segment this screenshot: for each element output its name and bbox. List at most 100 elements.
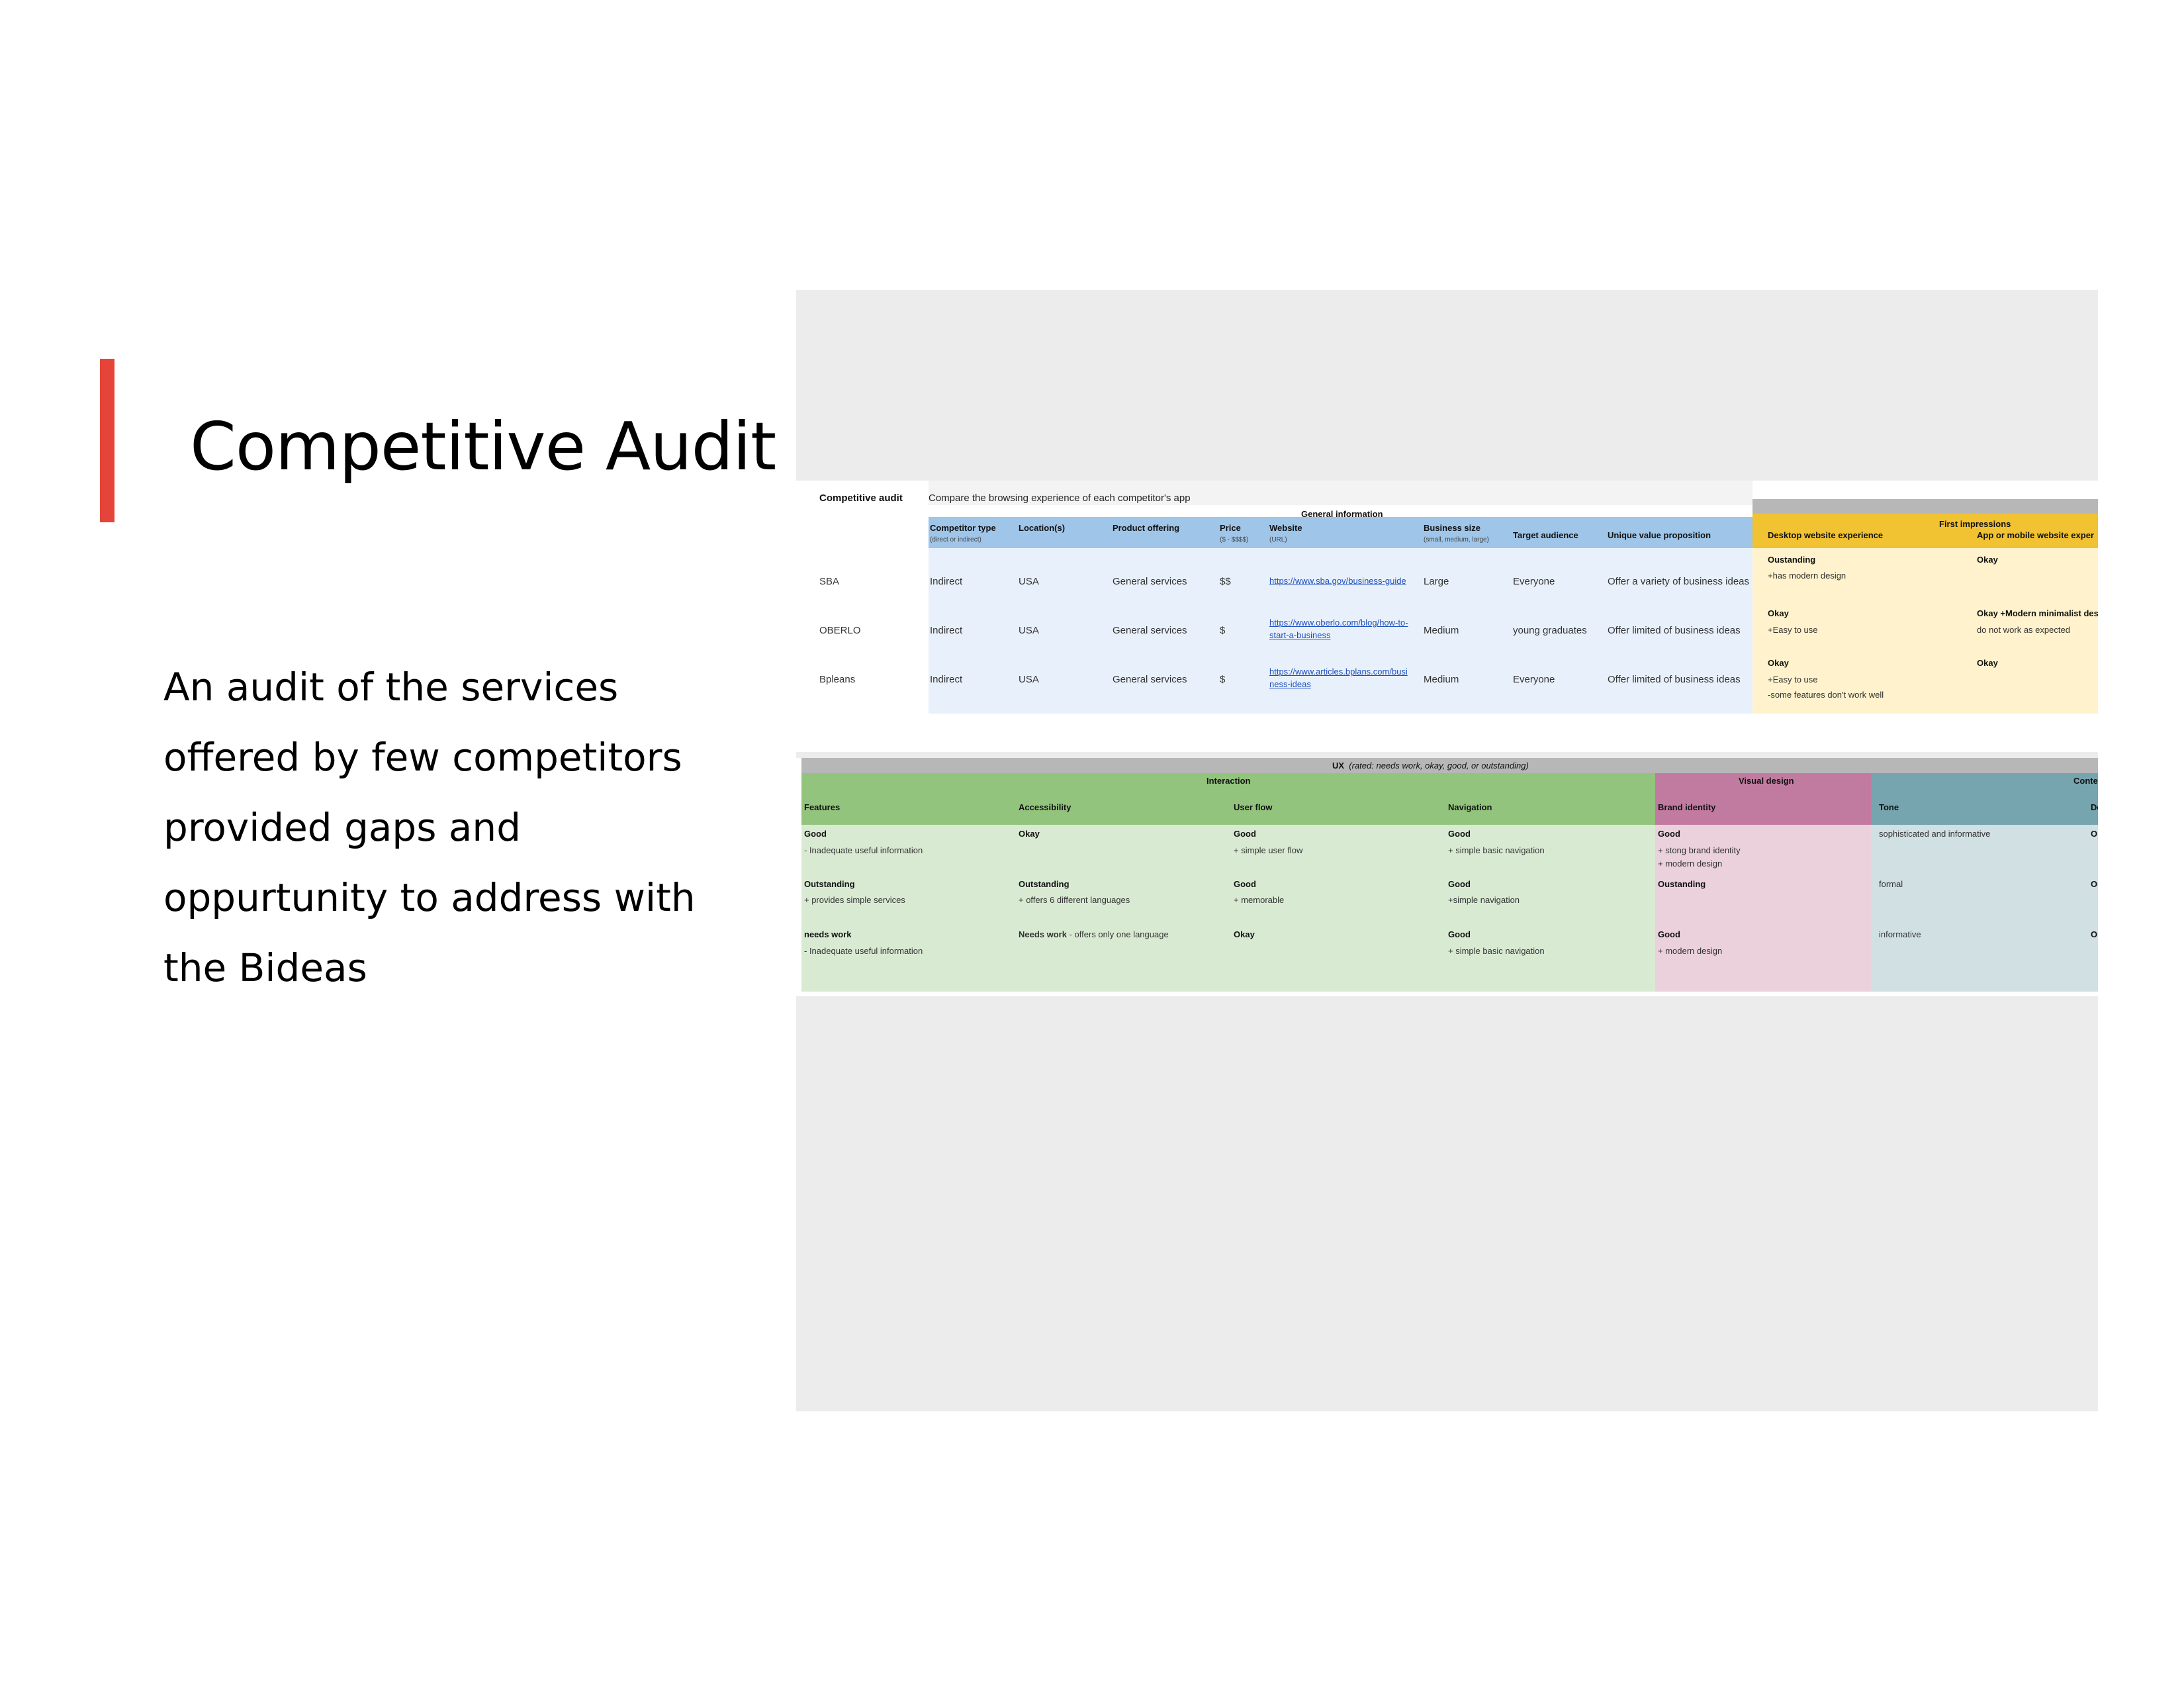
- row-desktop-rating: Oustanding: [1768, 555, 1816, 565]
- col-price: Price: [1220, 523, 1241, 533]
- navigation-note: + simple basic navigation: [1448, 845, 1545, 855]
- navigation-note: +simple navigation: [1448, 895, 1520, 905]
- row-type: Indirect: [930, 625, 963, 636]
- col-unique-value: Unique value proposition: [1608, 530, 1711, 540]
- row-type: Indirect: [930, 674, 963, 685]
- row-app-note: do not work as expected: [1977, 625, 2070, 635]
- row-desktop-note: +Easy to use: [1768, 675, 1818, 684]
- col-navigation: Navigation: [1448, 802, 1492, 812]
- row-website-link[interactable]: https://www.sba.gov/business-guide: [1269, 576, 1406, 586]
- body-line: provided gaps and: [163, 805, 522, 850]
- row-app-rating: Okay: [1977, 555, 1998, 565]
- navigation-rating: Good: [1448, 829, 1471, 839]
- col-competitor-type: Competitor type: [930, 523, 996, 533]
- row-price: $: [1220, 674, 1226, 685]
- row-app-rating: Okay +Modern minimalist desig: [1977, 608, 2098, 618]
- col-desktop-experience: Desktop website experience: [1768, 530, 1884, 540]
- row-desktop-note: +has modern design: [1768, 571, 1846, 581]
- row-offering: General services: [1113, 625, 1187, 636]
- row-price: $: [1220, 625, 1226, 636]
- accessibility-rating: Okay: [1019, 829, 1040, 839]
- group-visual-design: Visual design: [1739, 776, 1794, 786]
- features-rating: Outstanding: [804, 879, 855, 889]
- features-note: - Inadequate useful information: [804, 845, 923, 855]
- col-website: Website: [1269, 523, 1302, 533]
- row-website-link[interactable]: start-a-business: [1269, 630, 1330, 641]
- row-location: USA: [1019, 674, 1039, 685]
- row-desktop-note: -some features don't work well: [1768, 690, 1884, 700]
- col-features: Features: [804, 802, 841, 812]
- ux-header-note: (rated: needs work, okay, good, or outst…: [1349, 761, 1529, 771]
- content-header-band: [1871, 773, 2098, 825]
- row-type: Indirect: [930, 576, 963, 587]
- row-price: $$: [1220, 576, 1231, 587]
- brand-note: + modern design: [1658, 946, 1723, 956]
- row-name: Bpleans: [819, 674, 856, 685]
- row-uvp: Offer limited of business ideas: [1608, 625, 1741, 636]
- row-audience: Everyone: [1513, 674, 1555, 685]
- body-line: the Bideas: [163, 945, 367, 990]
- de-value: Ok: [2091, 829, 2098, 839]
- row-desktop-rating: Okay: [1768, 658, 1789, 668]
- row-desktop-note: +Easy to use: [1768, 625, 1818, 635]
- brand-rating: Oustanding: [1658, 879, 1706, 889]
- de-value: Ok: [2091, 929, 2098, 939]
- ux-header-label: UX: [1332, 761, 1345, 771]
- slide-title: Competitive Audit: [190, 408, 776, 485]
- accessibility-rating-label: Needs work: [1019, 929, 1067, 939]
- audit-screenshot: Competitive audit Compare the browsing e…: [796, 290, 2098, 1411]
- col-business-size: Business size: [1424, 523, 1480, 533]
- row-offering: General services: [1113, 674, 1187, 685]
- features-rating: Good: [804, 829, 827, 839]
- col-competitor-type-sub: (direct or indirect): [930, 536, 981, 543]
- row-size: Medium: [1424, 625, 1459, 636]
- row-offering: General services: [1113, 576, 1187, 587]
- brand-note: + modern design: [1658, 859, 1723, 868]
- row-website-link[interactable]: ness-ideas: [1269, 679, 1311, 690]
- col-website-sub: (URL): [1269, 536, 1287, 543]
- first-impressions-header: First impressions: [1939, 519, 2011, 529]
- row-desktop-rating: Okay: [1768, 608, 1789, 618]
- content-rows-band: [1871, 825, 2098, 992]
- body-line: offered by few competitors: [163, 735, 682, 780]
- row-uvp: Offer a variety of business ideas: [1608, 576, 1749, 587]
- userflow-rating: Good: [1234, 879, 1256, 889]
- row-uvp: Offer limited of business ideas: [1608, 674, 1741, 685]
- navigation-rating: Good: [1448, 929, 1471, 939]
- features-note: + provides simple services: [804, 895, 905, 905]
- ux-table: UX (rated: needs work, okay, good, or ou…: [796, 758, 2098, 996]
- userflow-rating: Okay: [1234, 929, 1255, 939]
- features-rating: needs work: [804, 929, 852, 939]
- col-product-offering: Product offering: [1113, 523, 1180, 533]
- col-brand-identity: Brand identity: [1658, 802, 1716, 812]
- col-price-sub: ($ - $$$$): [1220, 536, 1249, 543]
- accent-bar: [100, 359, 114, 522]
- group-content: Conter: [2073, 776, 2098, 786]
- audit-subtitle: Compare the browsing experience of each …: [929, 492, 1191, 504]
- tone-value: informative: [1879, 929, 1921, 939]
- general-info-header: General information: [1301, 509, 1383, 519]
- body-line: oppurtunity to address with: [163, 875, 696, 920]
- userflow-note: + memorable: [1234, 895, 1285, 905]
- de-value: Ou: [2091, 879, 2098, 889]
- tone-value: formal: [1879, 879, 1903, 889]
- col-locations: Location(s): [1019, 523, 1066, 533]
- row-size: Medium: [1424, 674, 1459, 685]
- row-website-link[interactable]: https://www.articles.bplans.com/busi: [1269, 667, 1408, 677]
- row-audience: Everyone: [1513, 576, 1555, 587]
- col-accessibility: Accessibility: [1019, 802, 1071, 812]
- row-name: SBA: [819, 576, 840, 587]
- row-location: USA: [1019, 576, 1039, 587]
- row-size: Large: [1424, 576, 1449, 587]
- features-note: - Inadequate useful information: [804, 946, 923, 956]
- body-line: An audit of the services: [163, 665, 619, 710]
- row-app-rating: Okay: [1977, 658, 1998, 668]
- brand-note: + stong brand identity: [1658, 845, 1741, 855]
- group-interaction: Interaction: [1206, 776, 1251, 786]
- fi-gray-band: [1752, 499, 2098, 514]
- navigation-note: + simple basic navigation: [1448, 946, 1545, 956]
- tone-value: sophisticated and informative: [1879, 829, 1991, 839]
- row-website-link[interactable]: https://www.oberlo.com/blog/how-to-: [1269, 618, 1408, 628]
- row-name: OBERLO: [819, 625, 861, 636]
- userflow-note: + simple user flow: [1234, 845, 1303, 855]
